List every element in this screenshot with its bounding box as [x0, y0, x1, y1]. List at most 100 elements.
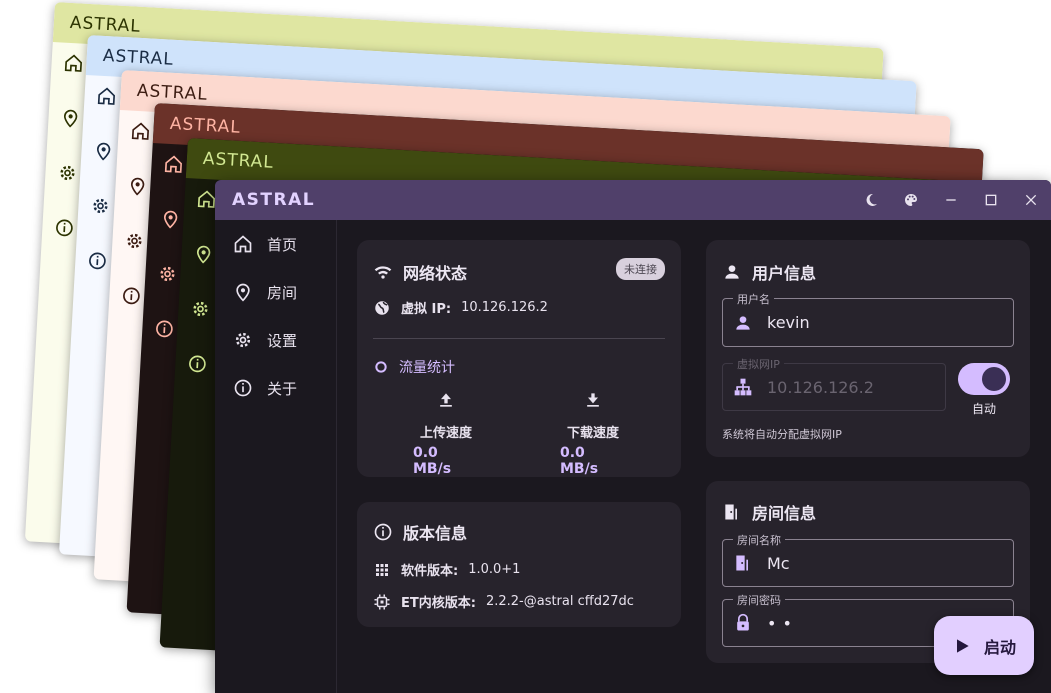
room-info-label: 房间信息	[752, 504, 817, 523]
person-icon	[736, 315, 750, 330]
traffic-stats-label: 流量统计	[399, 360, 455, 376]
home-icon	[197, 190, 216, 208]
download-speed-stat: 下载速度 0.0 MB/s	[560, 390, 626, 477]
theme-window-title: ASTRAL	[69, 12, 142, 37]
info-icon	[56, 219, 73, 237]
gear-icon	[160, 266, 175, 282]
theme-window-title: ASTRAL	[169, 113, 242, 138]
auto-ip-label: 自动	[972, 402, 997, 416]
upload-speed-label: 上传速度	[419, 426, 472, 441]
close-icon	[1025, 194, 1037, 206]
user-info-title: 用户信息	[722, 260, 816, 284]
grid-icon	[376, 563, 388, 576]
dark-mode-button[interactable]	[851, 180, 891, 220]
user-info-label: 用户信息	[752, 264, 817, 283]
download-icon	[587, 393, 599, 407]
screenshot-stage: ASTRAL ASTRAL ASTRAL ASTRAL ASTRAL ASTRA…	[0, 0, 1051, 693]
divider	[373, 338, 665, 339]
network-status-card: 网络状态 未连接 虚拟 IP: 10.126.126.2 流量统计 上传速度 0…	[357, 240, 681, 477]
room-password-value: ••	[767, 613, 798, 633]
theme-window-title: ASTRAL	[136, 80, 209, 105]
upload-speed-value: 0.0 MB/s	[413, 445, 452, 477]
traffic-stats-header: 流量统计	[373, 357, 455, 377]
auto-ip-hint: 系统将自动分配虚拟网IP	[722, 428, 842, 441]
network-tree-icon	[734, 378, 752, 396]
version-info-label: 版本信息	[403, 524, 468, 543]
sidebar: 首页 房间 设置 关于	[215, 220, 337, 693]
maximize-icon	[985, 194, 997, 206]
info-icon	[123, 287, 140, 305]
sidebar-item-about[interactable]: 关于	[215, 364, 336, 412]
virtual-ip-field[interactable]: 虚拟网IP 10.126.126.2	[722, 356, 946, 411]
wifi-icon	[374, 266, 392, 279]
toggle-knob	[982, 367, 1006, 391]
info-icon	[374, 523, 392, 541]
room-password-field-label: 房间密码	[733, 592, 785, 608]
location-pin-icon	[163, 210, 178, 229]
main-window: ASTRAL 首页 房间 设置 关于 网络状态 未连接 虚拟 IP: 10.12…	[215, 180, 1051, 693]
virtual-ip-field-label: 虚拟网IP	[733, 356, 784, 372]
minimize-icon	[946, 199, 956, 201]
home-icon	[97, 87, 116, 105]
maximize-button[interactable]	[971, 180, 1011, 220]
software-version-label: 软件版本:	[401, 564, 459, 579]
virtual-ip-label: 虚拟 IP:	[401, 302, 452, 317]
virtual-ip-row: 虚拟 IP: 10.126.126.2	[373, 298, 548, 317]
gear-icon	[93, 198, 108, 214]
play-icon	[956, 638, 969, 653]
info-icon	[89, 252, 106, 270]
window-controls	[851, 180, 1051, 220]
window-titlebar[interactable]: ASTRAL	[215, 180, 1051, 220]
sidebar-item-label: 设置	[267, 331, 298, 350]
username-value: kevin	[767, 313, 810, 332]
location-pin-icon	[63, 109, 78, 128]
home-icon	[131, 122, 150, 140]
info-icon	[156, 320, 173, 338]
theme-window-title: ASTRAL	[102, 45, 175, 70]
upload-icon	[440, 393, 452, 407]
location-pin-icon	[130, 177, 145, 196]
room-name-field[interactable]: 房间名称 Mc	[722, 532, 1014, 587]
location-pin-icon	[196, 245, 211, 264]
software-version-value: 1.0.0+1	[468, 562, 521, 577]
room-name-value: Mc	[767, 553, 790, 573]
sidebar-item-home[interactable]: 首页	[215, 220, 336, 268]
lock-icon	[737, 613, 749, 631]
close-button[interactable]	[1011, 180, 1051, 220]
virtual-ip-field-value: 10.126.126.2	[767, 377, 874, 397]
theme-window-sidebar	[187, 189, 217, 375]
username-field[interactable]: 用户名 kevin	[722, 291, 1014, 347]
core-version-row: ET内核版本: 2.2.2-@astral cffd27dc	[373, 592, 634, 611]
traffic-ring-icon	[375, 361, 387, 373]
core-version-value: 2.2.2-@astral cffd27dc	[485, 594, 634, 609]
person-icon	[725, 265, 739, 279]
upload-speed-stat: 上传速度 0.0 MB/s	[413, 390, 479, 477]
auto-ip-toggle[interactable]	[958, 363, 1010, 395]
software-version-row: 软件版本: 1.0.0+1	[373, 560, 520, 579]
network-status-title: 网络状态	[373, 260, 467, 284]
start-button[interactable]: 启动	[934, 616, 1034, 675]
gear-icon	[193, 301, 208, 317]
door-icon	[736, 555, 748, 571]
location-pin-icon	[236, 283, 250, 302]
start-button-label: 启动	[983, 637, 1016, 657]
palette-icon	[905, 194, 917, 206]
room-info-title: 房间信息	[722, 500, 816, 524]
connection-status-badge: 未连接	[616, 258, 665, 280]
info-icon	[234, 379, 252, 397]
download-speed-label: 下载速度	[566, 426, 619, 441]
download-speed-value: 0.0 MB/s	[560, 445, 599, 477]
home-icon	[64, 54, 83, 72]
home-icon	[234, 235, 252, 253]
sidebar-item-label: 房间	[267, 283, 298, 302]
sidebar-item-label: 首页	[267, 235, 298, 254]
sidebar-item-room[interactable]: 房间	[215, 268, 336, 316]
minimize-button[interactable]	[931, 180, 971, 220]
info-icon	[189, 355, 206, 373]
app-title: ASTRAL	[232, 190, 316, 210]
virtual-ip-value: 10.126.126.2	[461, 300, 548, 315]
theme-color-button[interactable]	[891, 180, 931, 220]
sidebar-item-settings[interactable]: 设置	[215, 316, 336, 364]
gear-icon	[127, 233, 142, 249]
core-version-label: ET内核版本:	[401, 596, 476, 611]
